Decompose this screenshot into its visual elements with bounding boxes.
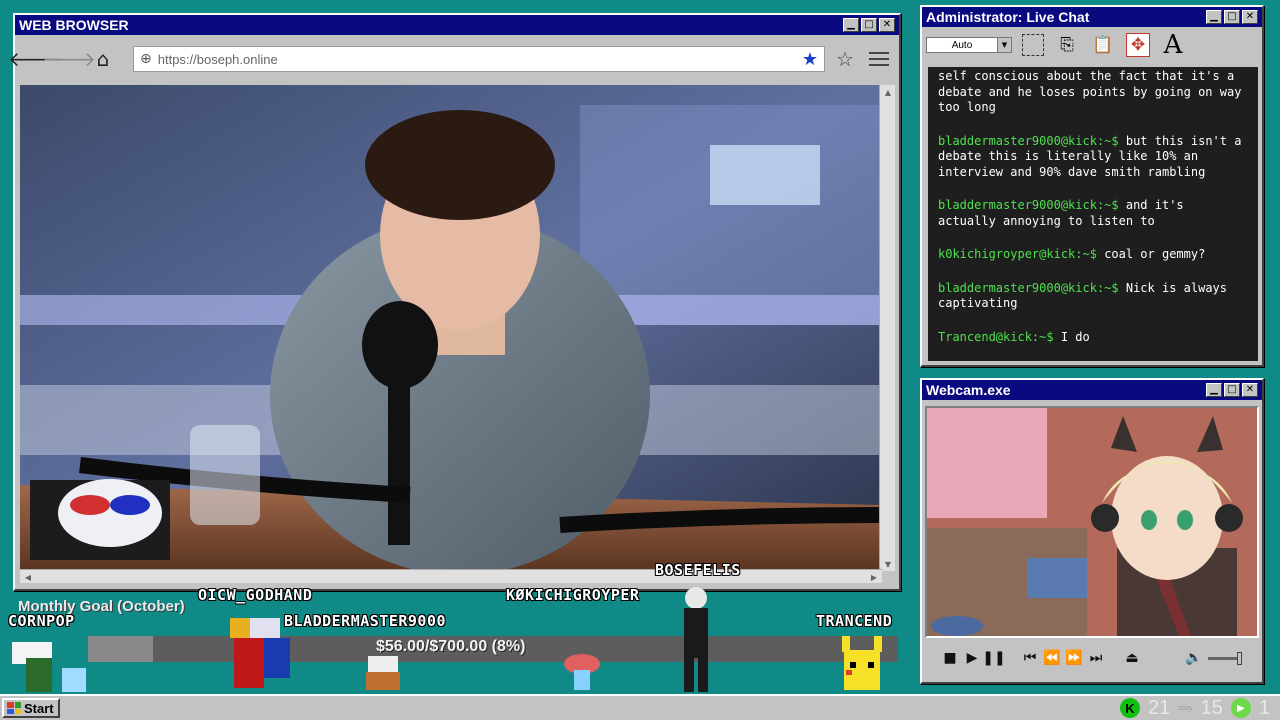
viewer-name-trancend: TRANCEND xyxy=(816,612,893,630)
chat-username[interactable]: bladdermaster9000@kick:~$ xyxy=(938,281,1119,295)
chat-message: self conscious about the fact that it's … xyxy=(938,69,1248,116)
chat-username[interactable]: bladdermaster9000@kick:~$ xyxy=(938,198,1119,212)
chat-message: bladdermaster9000@kick:~$ and it's actua… xyxy=(938,198,1248,229)
goal-progress-fill xyxy=(88,636,153,662)
skip-next-icon[interactable]: ⏭ xyxy=(1085,650,1107,666)
start-button[interactable]: Start xyxy=(2,698,60,718)
stream-video-frame xyxy=(20,85,882,571)
font-size-value: Auto xyxy=(951,39,973,51)
sprite-bladdermaster xyxy=(366,656,400,690)
cozy-icon[interactable]: cozy xyxy=(1178,705,1192,712)
paste-icon[interactable]: 📋 xyxy=(1090,32,1116,58)
viewer-name-kokichi: KØKICHIGROYPER xyxy=(506,586,640,604)
web-browser-window: WEB BROWSER ▁ □ ✕ 🡐 🡒 ⌂ ⊕ https://boseph… xyxy=(8,13,901,591)
windows-logo-icon xyxy=(7,702,21,714)
fast-forward-icon[interactable]: ⏩ xyxy=(1063,650,1085,666)
browser-titlebar[interactable]: WEB BROWSER ▁ □ ✕ xyxy=(15,15,899,35)
sprite-pikachu xyxy=(842,636,882,690)
chat-text: self conscious about the fact that it's … xyxy=(938,69,1242,114)
globe-icon: ⊕ xyxy=(140,51,152,67)
browser-navbar: 🡐 🡒 ⌂ ⊕ https://boseph.online ★ ☆ xyxy=(8,35,899,83)
vtuber-avatar-image xyxy=(927,408,1257,636)
chat-message: Trancend@kick:~$ I do xyxy=(938,330,1248,346)
chat-text: I do xyxy=(1060,329,1090,344)
selection-icon[interactable] xyxy=(1022,34,1044,56)
browser-title: WEB BROWSER xyxy=(19,17,129,33)
chat-titlebar[interactable]: Administrator: Live Chat ▁ □ ✕ xyxy=(922,7,1262,27)
play-icon[interactable]: ▶ xyxy=(961,650,983,666)
minimize-button[interactable]: ▁ xyxy=(843,18,859,32)
skip-previous-icon[interactable]: ⏮ xyxy=(1019,650,1041,666)
chat-message: bladdermaster9000@kick:~$ but this isn't… xyxy=(938,134,1248,181)
media-controls: ■ ▶ ❚❚ ⏮ ⏪ ⏩ ⏭ ⏏ 🔈 xyxy=(925,640,1259,676)
chat-close-button[interactable]: ✕ xyxy=(1242,10,1258,24)
url-text: https://boseph.online xyxy=(157,51,278,67)
rumble-play-icon[interactable]: ▶ xyxy=(1230,698,1251,718)
chat-log[interactable]: self conscious about the fact that it's … xyxy=(928,67,1258,361)
chat-username[interactable]: bladdermaster9000@kick:~$ xyxy=(938,134,1119,148)
sprite-kokichi-pet xyxy=(564,654,600,690)
chat-username[interactable]: k0kichigroyper@kick:~$ xyxy=(938,247,1097,261)
viewer-name-godhand: OICW_GODHAND xyxy=(198,586,313,604)
volume-icon[interactable]: 🔈 xyxy=(1183,650,1205,666)
font-size-select[interactable]: Auto ▼ xyxy=(926,37,1012,53)
tray-count-kick: 21 xyxy=(1147,696,1171,719)
font-icon[interactable]: A xyxy=(1160,30,1186,60)
chat-toolbar: Auto ▼ ⎘ 📋 ✥ A xyxy=(922,27,1262,63)
home-icon[interactable]: ⌂ xyxy=(89,45,117,73)
tray-count-cozy: 15 xyxy=(1200,696,1223,719)
bookmark-star-icon[interactable]: ★ xyxy=(802,49,818,70)
kick-icon[interactable]: K xyxy=(1119,698,1140,718)
start-label: Start xyxy=(24,700,54,716)
chat-username[interactable]: Trancend@kick:~$ xyxy=(938,330,1054,344)
eject-icon[interactable]: ⏏ xyxy=(1121,650,1143,666)
address-bar[interactable]: ⊕ https://boseph.online ★ xyxy=(133,46,825,72)
video-viewport[interactable] xyxy=(20,85,882,571)
copy-icon[interactable]: ⎘ xyxy=(1054,32,1080,58)
webcam-close-button[interactable]: ✕ xyxy=(1242,383,1258,397)
dropdown-arrow-icon[interactable]: ▼ xyxy=(997,38,1011,52)
move-icon[interactable]: ✥ xyxy=(1126,33,1150,57)
system-tray: K 21 cozy 15 ▶ 1 xyxy=(1119,696,1270,720)
chat-text: coal or gemmy? xyxy=(1104,247,1206,261)
chat-maximize-button[interactable]: □ xyxy=(1224,10,1240,24)
webcam-titlebar[interactable]: Webcam.exe ▁ □ ✕ xyxy=(922,380,1262,400)
tray-count-rumble: 1 xyxy=(1258,696,1270,719)
webcam-view xyxy=(925,406,1259,638)
volume-slider[interactable] xyxy=(1205,651,1245,665)
chat-message: k0kichigroyper@kick:~$ coal or gemmy? xyxy=(938,247,1248,263)
sprite-cornpop xyxy=(12,642,86,692)
chat-minimize-button[interactable]: ▁ xyxy=(1206,10,1222,24)
forward-arrow-icon[interactable]: 🡒 xyxy=(42,45,96,73)
sprite-godhand xyxy=(230,618,290,688)
live-chat-window: Administrator: Live Chat ▁ □ ✕ Auto ▼ ⎘ … xyxy=(920,5,1264,367)
stop-icon[interactable]: ■ xyxy=(939,650,961,666)
maximize-button[interactable]: □ xyxy=(861,18,877,32)
webcam-title: Webcam.exe xyxy=(926,382,1011,398)
webcam-window: Webcam.exe ▁ □ ✕ ■ ▶ ❚❚ ⏮ ⏪ ⏩ ⏭ ⏏ 🔈 xyxy=(920,378,1264,684)
viewer-name-bosefelis: BOSEFELIS xyxy=(655,561,741,579)
viewer-name-bladdermaster: BLADDERMASTER9000 xyxy=(284,612,447,630)
scroll-right-arrow-icon[interactable]: ▶ xyxy=(866,570,882,584)
favorite-star-icon[interactable]: ☆ xyxy=(831,45,859,73)
scroll-up-arrow-icon[interactable]: ▲ xyxy=(880,85,896,99)
pause-icon[interactable]: ❚❚ xyxy=(982,650,1005,666)
rewind-icon[interactable]: ⏪ xyxy=(1041,650,1063,666)
webcam-minimize-button[interactable]: ▁ xyxy=(1206,383,1222,397)
chat-title: Administrator: Live Chat xyxy=(926,9,1090,25)
webcam-maximize-button[interactable]: □ xyxy=(1224,383,1240,397)
vertical-scrollbar[interactable]: ▲ ▼ xyxy=(879,85,895,571)
hamburger-menu-icon[interactable] xyxy=(865,45,893,73)
taskbar: Start K 21 cozy 15 ▶ 1 xyxy=(0,694,1280,720)
sprite-bosefelis xyxy=(684,587,708,692)
scroll-left-arrow-icon[interactable]: ◀ xyxy=(20,570,36,584)
scroll-down-arrow-icon[interactable]: ▼ xyxy=(880,557,896,571)
chat-message: bladdermaster9000@kick:~$ Nick is always… xyxy=(938,281,1248,312)
horizontal-scrollbar[interactable]: ◀ ▶ xyxy=(20,569,882,583)
close-button[interactable]: ✕ xyxy=(879,18,895,32)
